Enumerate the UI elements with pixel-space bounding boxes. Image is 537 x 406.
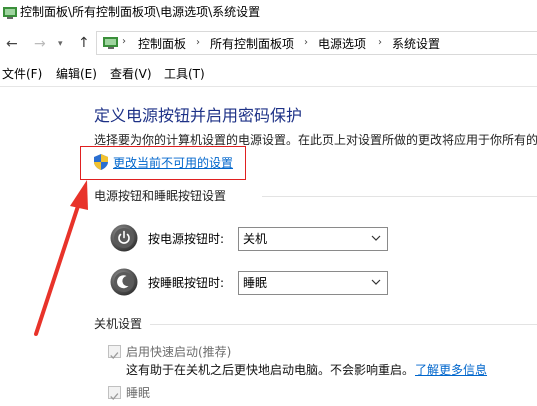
chevron-right-icon[interactable]: › <box>196 37 200 48</box>
power-section-title: 电源按钮和睡眠按钮设置 <box>94 189 227 203</box>
checkmark-icon <box>110 352 119 359</box>
annotation-highlight-box <box>80 146 246 180</box>
sleep-checkbox[interactable] <box>108 386 121 400</box>
breadcrumb-all-items[interactable]: 所有控制面板项 <box>210 36 294 52</box>
fast-startup-note: 这有助于在关机之后更快地启动电脑。不会影响重启。 <box>126 363 415 377</box>
breadcrumb-control-panel[interactable]: 控制面板 <box>138 36 186 52</box>
power-button-action-select[interactable]: 关机 <box>238 227 388 251</box>
up-arrow-icon[interactable]: ↑ <box>78 35 90 51</box>
chevron-down-icon <box>371 235 381 241</box>
shutdown-section-title: 关机设置 <box>94 317 143 331</box>
section-divider <box>262 196 537 197</box>
control-panel-icon <box>103 37 118 49</box>
sleep-button-action-value: 睡眠 <box>243 276 268 290</box>
sleep-button-icon <box>110 268 138 296</box>
fast-startup-checkbox[interactable] <box>108 345 121 359</box>
annotation-arrow <box>34 180 88 336</box>
chevron-right-icon[interactable]: › <box>122 36 126 47</box>
breadcrumb-power-options[interactable]: 电源选项 <box>318 36 366 52</box>
power-button-label: 按电源按钮时: <box>148 232 225 246</box>
back-arrow-icon[interactable]: ← <box>6 36 18 52</box>
power-button-action-value: 关机 <box>243 232 268 246</box>
chevron-right-icon[interactable]: › <box>378 37 382 48</box>
menu-divider <box>0 86 537 87</box>
power-button-icon <box>110 224 138 252</box>
sleep-button-label: 按睡眠按钮时: <box>148 276 225 290</box>
fast-startup-label: 启用快速启动(推荐) <box>126 345 232 359</box>
recent-locations-chevron-icon[interactable]: ▾ <box>58 36 63 52</box>
control-panel-icon <box>3 7 17 19</box>
forward-arrow-icon[interactable]: → <box>34 36 46 52</box>
section-divider <box>150 324 537 325</box>
menu-edit[interactable]: 编辑(E) <box>56 66 97 82</box>
chevron-down-icon <box>371 279 381 285</box>
menu-view[interactable]: 查看(V) <box>110 66 152 82</box>
sleep-option-label: 睡眠 <box>126 386 151 400</box>
page-title: 定义电源按钮并启用密码保护 <box>94 106 303 125</box>
window-title: 控制面板\所有控制面板项\电源选项\系统设置 <box>20 5 261 19</box>
sleep-button-action-select[interactable]: 睡眠 <box>238 271 388 295</box>
menu-file[interactable]: 文件(F) <box>2 66 42 82</box>
menu-tools[interactable]: 工具(T) <box>164 66 205 82</box>
checkmark-icon <box>110 393 119 400</box>
chevron-right-icon[interactable]: › <box>304 37 308 48</box>
breadcrumb-system-settings[interactable]: 系统设置 <box>392 36 440 52</box>
learn-more-link[interactable]: 了解更多信息 <box>415 362 487 378</box>
